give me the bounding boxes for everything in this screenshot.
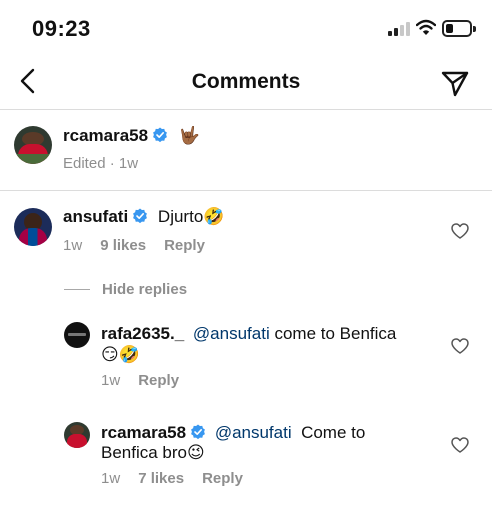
verified-icon	[153, 127, 167, 143]
reply-time: 1w	[101, 372, 121, 389]
wifi-icon	[416, 19, 436, 35]
status-time: 09:23	[32, 16, 91, 41]
verified-icon	[191, 424, 205, 440]
edited-label: Edited	[63, 155, 106, 172]
reply-emoji: 😉	[187, 443, 205, 462]
status-bar: 09:23	[0, 0, 492, 56]
reply-text-continued: Benfica bro	[101, 443, 187, 462]
divider	[64, 289, 90, 290]
mention-link[interactable]: @ansufati	[193, 324, 270, 343]
reply-username[interactable]: rcamara58	[101, 423, 186, 442]
reply-button[interactable]: Reply	[164, 237, 205, 254]
heart-icon[interactable]	[451, 223, 469, 239]
likes-count[interactable]: 9 likes	[100, 237, 146, 254]
avatar[interactable]	[64, 422, 90, 448]
reply-text: come to Benfica	[269, 324, 397, 343]
caption-username[interactable]: rcamara58	[63, 126, 148, 145]
reply-username[interactable]: rafa2635._	[101, 324, 184, 343]
comment-time: 1w	[63, 237, 83, 254]
avatar[interactable]	[14, 208, 52, 246]
likes-count[interactable]: 7 likes	[138, 470, 184, 487]
heart-icon[interactable]	[451, 338, 469, 354]
mention-link[interactable]: @ansufati	[215, 423, 292, 442]
heart-icon[interactable]	[451, 437, 469, 453]
comment-text: Djurto	[157, 207, 204, 226]
comment-emoji: 🤣	[203, 207, 225, 226]
comments-header: Comments	[0, 56, 492, 110]
caption-time: 1w	[118, 155, 139, 172]
page-title: Comments	[191, 70, 301, 93]
hide-replies-label[interactable]: Hide replies	[102, 281, 187, 298]
send-icon[interactable]	[440, 68, 470, 98]
post-caption: rcamara58 🤟🏾 Edited · 1w	[0, 111, 492, 191]
avatar[interactable]	[64, 322, 90, 348]
reply-button[interactable]: Reply	[202, 470, 243, 487]
reply-time: 1w	[101, 470, 121, 487]
comment-username[interactable]: ansufati	[63, 207, 128, 226]
cellular-signal-icon	[388, 22, 412, 36]
battery-icon	[442, 20, 476, 37]
reply-text: Come to	[291, 423, 366, 442]
verified-icon	[133, 208, 148, 224]
reply-emoji: 😏🤣	[101, 345, 140, 364]
caption-text: 🤟🏾	[178, 126, 200, 145]
avatar[interactable]	[14, 126, 52, 164]
reply-button[interactable]: Reply	[138, 372, 179, 389]
